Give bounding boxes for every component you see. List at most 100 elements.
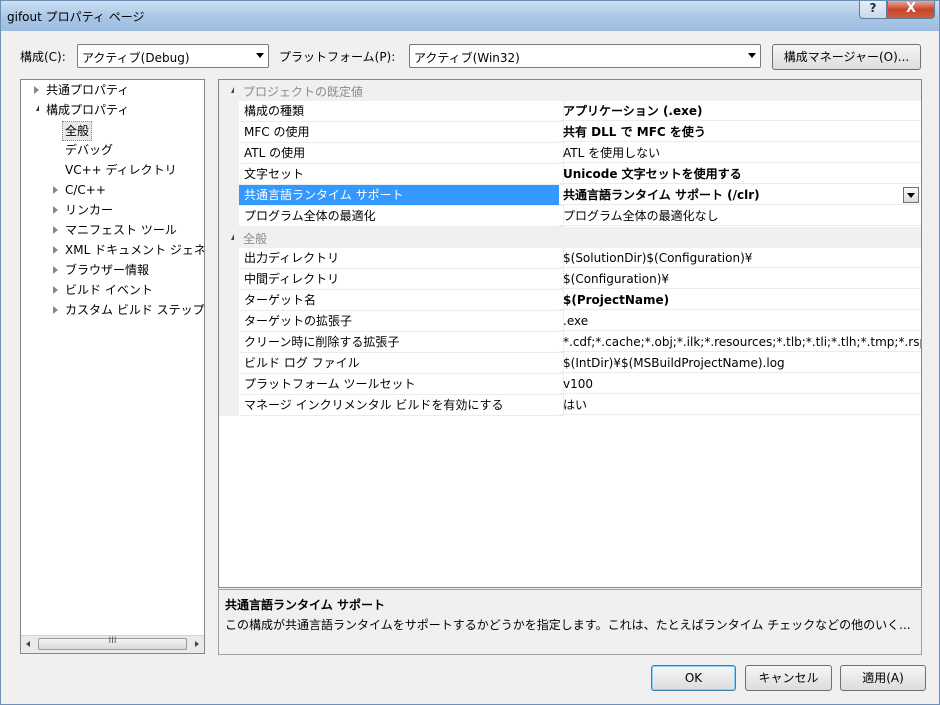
property-row[interactable]: MFC の使用 共有 DLL で MFC を使う bbox=[219, 122, 921, 143]
property-value[interactable]: 共有 DLL で MFC を使う bbox=[559, 122, 921, 142]
expand-arrow-icon[interactable] bbox=[53, 306, 58, 314]
property-value[interactable]: .exe bbox=[559, 311, 921, 331]
collapse-arrow-icon[interactable] bbox=[33, 105, 39, 111]
cancel-label: キャンセル bbox=[758, 671, 819, 685]
property-tree: 共通プロパティ 構成プロパティ 全般 デバッグ VC++ ディレクトリ C/C+… bbox=[20, 79, 205, 654]
scroll-right-icon[interactable] bbox=[195, 641, 199, 647]
row-gutter bbox=[219, 269, 239, 290]
chevron-down-icon bbox=[256, 53, 264, 58]
property-value[interactable]: v100 bbox=[559, 374, 921, 394]
property-value[interactable]: $(Configuration)¥ bbox=[559, 269, 921, 289]
property-value[interactable]: ATL を使用しない bbox=[559, 143, 921, 163]
row-gutter bbox=[219, 206, 239, 227]
property-row[interactable]: 構成の種類 アプリケーション (.exe) bbox=[219, 101, 921, 122]
property-row[interactable]: プラットフォーム ツールセット v100 bbox=[219, 374, 921, 395]
apply-button[interactable]: 適用(A) bbox=[840, 665, 926, 691]
tree-item-linker[interactable]: リンカー bbox=[65, 201, 113, 219]
property-row[interactable]: 出力ディレクトリ $(SolutionDir)$(Configuration)¥ bbox=[219, 248, 921, 269]
tree-item-debug[interactable]: デバッグ bbox=[65, 141, 113, 159]
expand-arrow-icon[interactable] bbox=[53, 266, 58, 274]
description-title: 共通言語ランタイム サポート bbox=[225, 598, 385, 612]
property-name: プログラム全体の最適化 bbox=[239, 206, 564, 227]
row-gutter bbox=[219, 248, 239, 269]
expand-arrow-icon[interactable] bbox=[34, 86, 39, 94]
property-grid: プロジェクトの既定値 構成の種類 アプリケーション (.exe) MFC の使用… bbox=[218, 79, 922, 588]
description-text: この構成が共通言語ランタイムをサポートするかどうかを指定します。これは、たとえば… bbox=[225, 618, 911, 632]
description-panel: 共通言語ランタイム サポート この構成が共通言語ランタイムをサポートするかどうか… bbox=[218, 589, 922, 655]
close-button[interactable]: X bbox=[887, 1, 935, 19]
help-button[interactable]: ? bbox=[859, 1, 887, 19]
category-label: プロジェクトの既定値 bbox=[243, 85, 364, 99]
property-name: 出力ディレクトリ bbox=[239, 248, 564, 269]
property-value[interactable]: プログラム全体の最適化なし bbox=[559, 206, 921, 226]
property-row[interactable]: ターゲット名 $(ProjectName) bbox=[219, 290, 921, 311]
expand-arrow-icon[interactable] bbox=[53, 206, 58, 214]
expand-arrow-icon[interactable] bbox=[53, 286, 58, 294]
property-value[interactable]: $(SolutionDir)$(Configuration)¥ bbox=[559, 248, 921, 268]
property-row[interactable]: プログラム全体の最適化 プログラム全体の最適化なし bbox=[219, 206, 921, 227]
platform-combo[interactable]: アクティブ(Win32) bbox=[409, 44, 761, 68]
config-label: 構成(C): bbox=[20, 50, 66, 64]
tree-horizontal-scrollbar[interactable]: III bbox=[21, 635, 204, 653]
ok-button[interactable]: OK bbox=[651, 665, 736, 691]
property-name: ターゲット名 bbox=[239, 290, 564, 311]
property-value[interactable]: 共通言語ランタイム サポート (/clr) bbox=[559, 185, 921, 205]
property-row[interactable]: マネージ インクリメンタル ビルドを有効にする はい bbox=[219, 395, 921, 416]
tree-item-manifest-tool[interactable]: マニフェスト ツール bbox=[65, 221, 177, 239]
collapse-arrow-icon[interactable] bbox=[228, 87, 234, 93]
row-gutter bbox=[219, 122, 239, 143]
property-value[interactable]: *.cdf;*.cache;*.obj;*.ilk;*.resources;*.… bbox=[559, 332, 921, 352]
row-gutter bbox=[219, 101, 239, 122]
expand-arrow-icon[interactable] bbox=[53, 226, 58, 234]
row-gutter bbox=[219, 290, 239, 311]
collapse-arrow-icon[interactable] bbox=[228, 234, 234, 240]
tree-item-general[interactable]: 全般 bbox=[62, 121, 93, 141]
expand-arrow-icon[interactable] bbox=[53, 246, 58, 254]
property-value[interactable]: はい bbox=[559, 395, 921, 415]
property-name: 文字セット bbox=[239, 164, 564, 185]
property-name: ATL の使用 bbox=[239, 143, 564, 164]
property-value[interactable]: $(ProjectName) bbox=[559, 290, 921, 310]
property-name: 中間ディレクトリ bbox=[239, 269, 564, 290]
window-title: gifout プロパティ ページ bbox=[7, 10, 145, 24]
tree-item-common-properties[interactable]: 共通プロパティ bbox=[46, 81, 129, 99]
property-row[interactable]: ATL の使用 ATL を使用しない bbox=[219, 143, 921, 164]
apply-label: 適用(A) bbox=[862, 671, 904, 685]
cancel-button[interactable]: キャンセル bbox=[745, 665, 832, 691]
config-combo[interactable]: アクティブ(Debug) bbox=[77, 44, 269, 68]
scroll-left-icon[interactable] bbox=[26, 641, 30, 647]
title-bar: gifout プロパティ ページ ? X bbox=[1, 1, 939, 31]
help-icon: ? bbox=[869, 1, 877, 15]
property-row[interactable]: 中間ディレクトリ $(Configuration)¥ bbox=[219, 269, 921, 290]
row-gutter bbox=[219, 143, 239, 164]
tree-item-custom-build[interactable]: カスタム ビルド ステップ bbox=[65, 301, 204, 319]
tree-item-config-properties[interactable]: 構成プロパティ bbox=[46, 101, 129, 119]
category-project-defaults[interactable]: プロジェクトの既定値 bbox=[219, 80, 921, 101]
category-general[interactable]: 全般 bbox=[219, 227, 921, 248]
property-value[interactable]: アプリケーション (.exe) bbox=[559, 101, 921, 121]
config-manager-button[interactable]: 構成マネージャー(O)... bbox=[772, 44, 921, 70]
property-row[interactable]: ターゲットの拡張子 .exe bbox=[219, 311, 921, 332]
chevron-down-icon bbox=[748, 53, 756, 58]
property-name: 構成の種類 bbox=[239, 101, 564, 122]
tree-item-cpp[interactable]: C/C++ bbox=[65, 181, 106, 199]
expand-arrow-icon[interactable] bbox=[53, 186, 58, 194]
property-row[interactable]: 文字セット Unicode 文字セットを使用する bbox=[219, 164, 921, 185]
scroll-thumb[interactable]: III bbox=[38, 636, 187, 650]
property-name: ターゲットの拡張子 bbox=[239, 311, 564, 332]
tree-item-build-events[interactable]: ビルド イベント bbox=[65, 281, 153, 299]
dropdown-button[interactable] bbox=[903, 187, 919, 203]
property-row[interactable]: クリーン時に削除する拡張子 *.cdf;*.cache;*.obj;*.ilk;… bbox=[219, 332, 921, 353]
property-row[interactable]: ビルド ログ ファイル $(IntDir)¥$(MSBuildProjectNa… bbox=[219, 353, 921, 374]
property-value[interactable]: Unicode 文字セットを使用する bbox=[559, 164, 921, 184]
close-icon: X bbox=[905, 1, 917, 16]
config-manager-label: 構成マネージャー(O)... bbox=[783, 50, 910, 64]
platform-label: プラットフォーム(P): bbox=[279, 50, 396, 64]
tree-item-browse-info[interactable]: ブラウザー情報 bbox=[65, 261, 149, 279]
property-row-selected[interactable]: 共通言語ランタイム サポート 共通言語ランタイム サポート (/clr) bbox=[219, 185, 921, 206]
row-gutter bbox=[219, 164, 239, 185]
grip-icon: III bbox=[108, 636, 117, 646]
tree-item-xml-doc[interactable]: XML ドキュメント ジェネ bbox=[65, 241, 204, 259]
tree-item-vc-directories[interactable]: VC++ ディレクトリ bbox=[65, 161, 177, 179]
property-value[interactable]: $(IntDir)¥$(MSBuildProjectName).log bbox=[559, 353, 921, 373]
